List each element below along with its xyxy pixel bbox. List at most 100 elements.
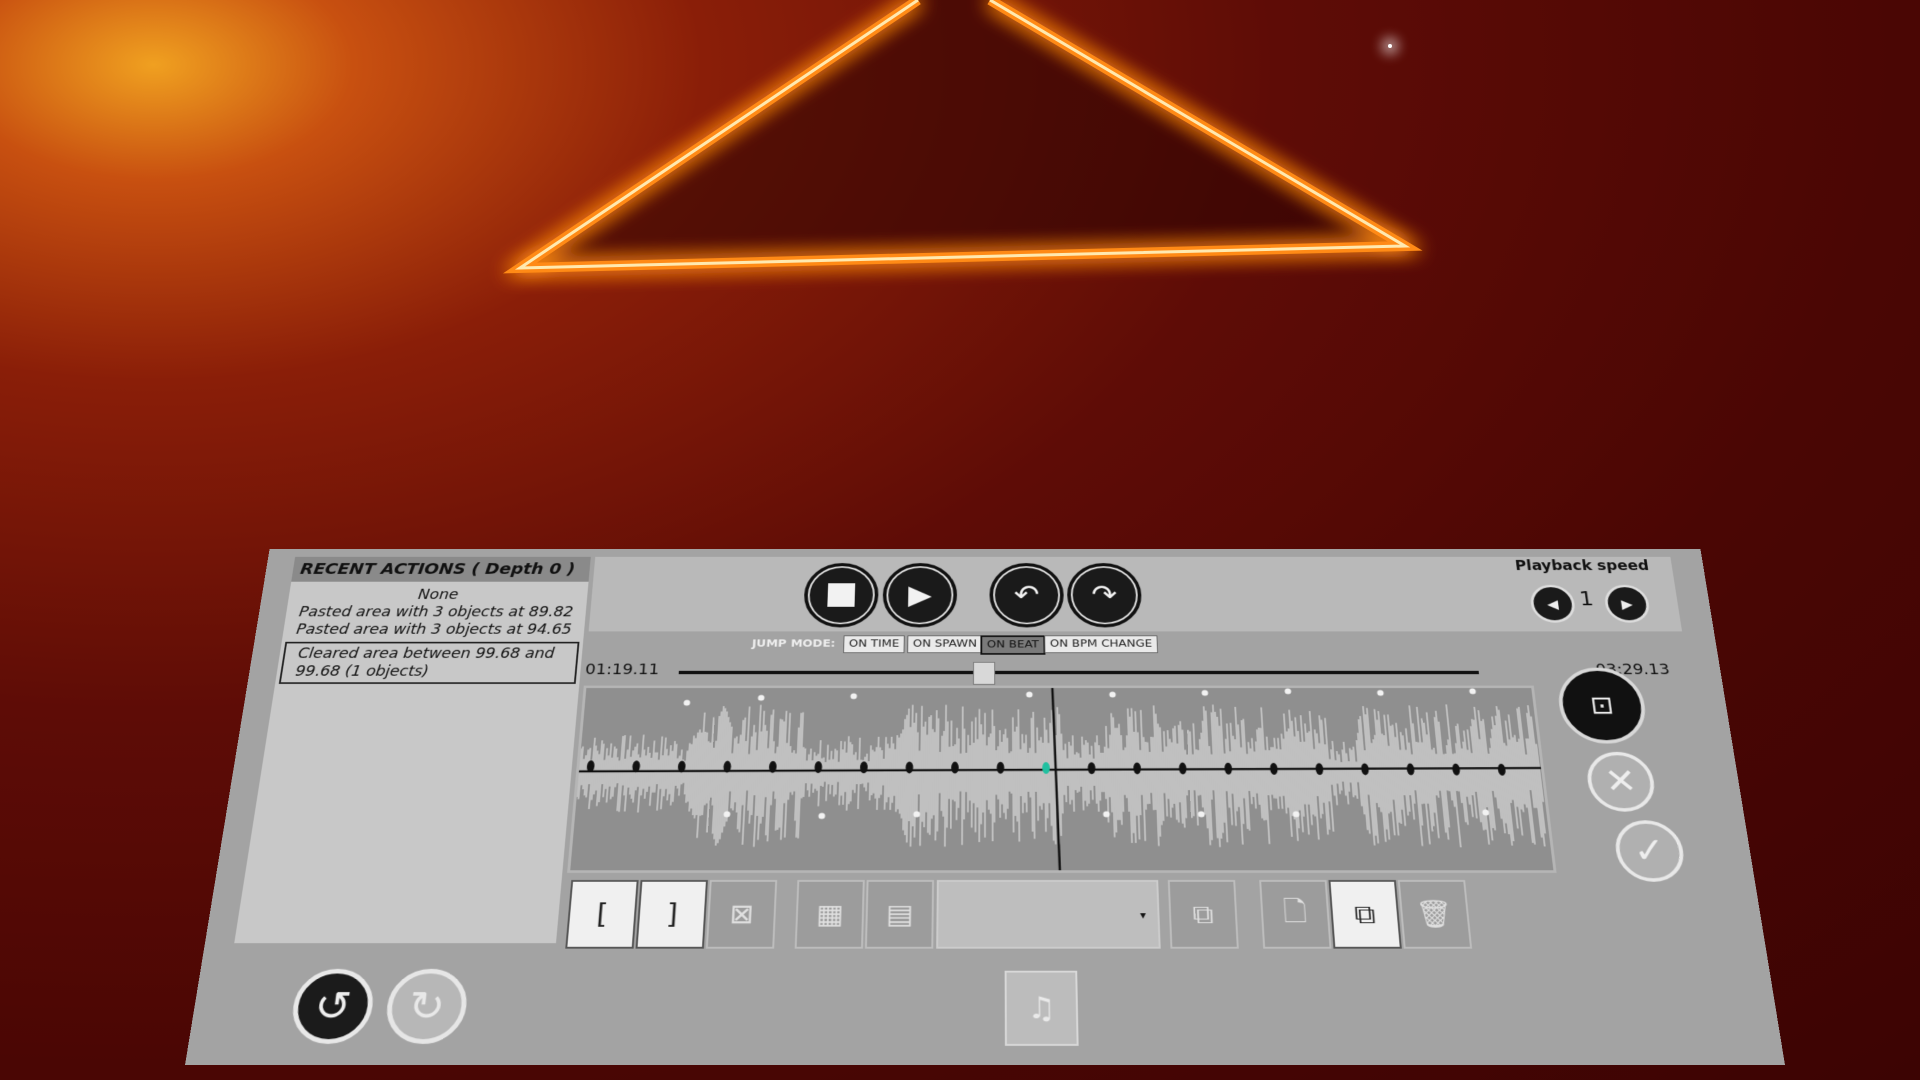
object-marker[interactable] xyxy=(818,812,826,819)
recent-actions-title: RECENT ACTIONS ( Depth 0 ) xyxy=(291,556,591,582)
list-item[interactable]: Pasted area with 3 objects at 89.82 xyxy=(285,604,587,621)
waveform-sample xyxy=(935,710,936,840)
waveform-sample xyxy=(858,738,860,810)
object-marker[interactable] xyxy=(1284,688,1292,695)
waveform-sample xyxy=(1125,747,1127,798)
play-button[interactable]: ▶ xyxy=(882,563,958,628)
grid-remove-icon: ▤ xyxy=(885,898,914,930)
waveform-sample xyxy=(806,761,807,784)
waveform-sample xyxy=(1046,730,1047,818)
object-marker[interactable] xyxy=(1026,691,1033,698)
beat-marker[interactable] xyxy=(996,761,1005,774)
curved-arrow-left-icon: ↶ xyxy=(1013,579,1040,611)
waveform-sample xyxy=(1039,740,1040,806)
object-marker[interactable] xyxy=(1109,691,1116,698)
layout-button[interactable]: ⧉ xyxy=(1167,880,1239,949)
waveform-sample xyxy=(941,736,942,811)
object-marker[interactable] xyxy=(1482,809,1490,816)
object-marker[interactable] xyxy=(723,811,731,818)
bracket-right-icon: ] xyxy=(665,898,679,930)
waveform-sample xyxy=(909,727,911,821)
object-marker[interactable] xyxy=(683,699,691,706)
object-marker[interactable] xyxy=(850,693,858,700)
speed-up-button[interactable]: ▶ xyxy=(1602,584,1652,623)
object-marker[interactable] xyxy=(1201,690,1209,696)
waveform-timeline[interactable] xyxy=(567,685,1557,873)
jump-mode-on-bpm-change[interactable]: ON BPM CHANGE xyxy=(1044,635,1159,654)
document-icon: 🗋 xyxy=(1282,895,1308,928)
waveform-sample xyxy=(826,745,828,801)
waveform-sample xyxy=(1018,709,1019,841)
waveform-sample xyxy=(896,735,897,812)
waveform-sample xyxy=(1105,747,1106,799)
waveform-sample xyxy=(851,744,853,801)
bracket-start-button[interactable]: [ xyxy=(565,880,639,949)
waveform-sample xyxy=(868,761,869,782)
waveform-sample xyxy=(1013,717,1014,832)
waveform-sample xyxy=(892,743,893,803)
waveform-sample xyxy=(1088,742,1089,803)
waveform-sample xyxy=(1061,734,1062,814)
waveform-sample xyxy=(794,753,796,791)
waveform-sample xyxy=(1086,740,1087,806)
current-time: 01:19.11 xyxy=(584,661,660,679)
waveform-sample xyxy=(1108,748,1109,797)
timeline-slider-handle[interactable] xyxy=(972,661,995,685)
bracket-end-button[interactable]: ] xyxy=(635,880,708,949)
confirm-button[interactable]: ✓ xyxy=(1611,820,1688,882)
insert-area-after-button[interactable]: ▤ xyxy=(864,880,935,949)
undo-button[interactable]: ↺ xyxy=(288,968,378,1044)
object-marker[interactable] xyxy=(1469,688,1477,695)
waveform-sample xyxy=(917,732,918,815)
object-marker[interactable] xyxy=(1292,811,1300,818)
waveform-sample xyxy=(1071,746,1072,800)
cancel-button[interactable]: ✕ xyxy=(1583,751,1659,812)
waveform-sample xyxy=(1140,750,1142,795)
waveform-sample xyxy=(1077,752,1078,792)
add-music-button[interactable]: ♫ xyxy=(1004,970,1079,1046)
object-marker[interactable] xyxy=(1376,690,1384,696)
list-item[interactable]: None xyxy=(288,586,588,603)
waveform-sample xyxy=(901,729,903,818)
waveform-sample xyxy=(930,715,931,835)
jump-mode-on-time[interactable]: ON TIME xyxy=(843,635,906,654)
new-page-button[interactable]: 🗋 xyxy=(1259,880,1332,949)
list-item[interactable]: Pasted area with 3 objects at 94.65 xyxy=(282,621,585,639)
redo-button[interactable]: ↻ xyxy=(382,968,471,1044)
copy-button[interactable]: ⧉ xyxy=(1328,880,1402,949)
object-marker[interactable] xyxy=(1197,811,1205,818)
jump-mode-on-beat[interactable]: ON BEAT xyxy=(980,635,1046,655)
timeline-slider[interactable] xyxy=(678,661,1480,685)
speed-down-button[interactable]: ◀ xyxy=(1528,584,1578,623)
delete-button[interactable]: 🗑 xyxy=(1397,880,1473,949)
waveform-sample xyxy=(874,752,875,794)
rewind-button[interactable]: ↶ xyxy=(989,563,1065,628)
waveform-sample xyxy=(926,735,927,813)
beat-marker[interactable] xyxy=(951,761,959,774)
waveform-sample xyxy=(834,749,836,797)
waveform-sample xyxy=(1033,712,1034,839)
waveform-sample xyxy=(818,740,820,806)
stop-button[interactable] xyxy=(802,563,880,628)
waveform-sample xyxy=(841,749,842,795)
waveform-sample xyxy=(962,706,963,845)
beat-marker[interactable] xyxy=(1133,762,1142,775)
waveform-sample xyxy=(898,737,899,809)
clear-selection-button[interactable]: ⊠ xyxy=(705,880,778,949)
waveform-sample xyxy=(1079,753,1080,792)
waveform-sample xyxy=(1164,731,1167,816)
waveform-sample xyxy=(924,722,925,828)
transport-strip: ▶ ↶ ↷ Playback speed ◀ 1 ▶ xyxy=(588,556,1683,632)
waveform-sample xyxy=(823,757,824,786)
list-item-selected[interactable]: Cleared area between 99.68 and 99.68 (1 … xyxy=(278,641,580,684)
waveform-sample xyxy=(1356,762,1358,783)
insert-area-before-button[interactable]: ▦ xyxy=(794,880,865,949)
object-marker[interactable] xyxy=(757,694,765,701)
jump-mode-on-spawn[interactable]: ON SPAWN xyxy=(907,635,983,654)
speed-up-icon: ▶ xyxy=(1620,596,1634,612)
template-dropdown[interactable]: ▾ xyxy=(936,880,1161,949)
waveform-sample xyxy=(697,712,705,838)
forward-button[interactable]: ↷ xyxy=(1066,563,1143,628)
waveform-sample xyxy=(945,705,946,847)
waveform-sample xyxy=(1531,716,1545,833)
